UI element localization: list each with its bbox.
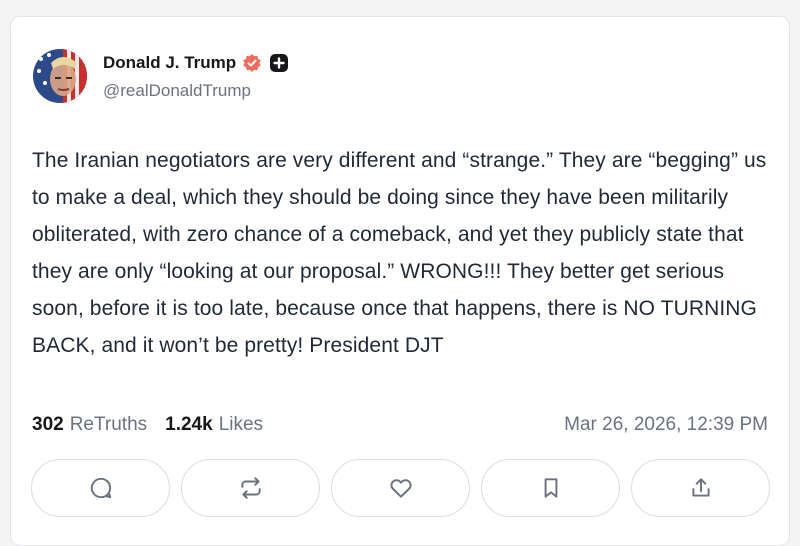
share-button[interactable] (631, 459, 770, 517)
author-name[interactable]: Donald J. Trump (103, 53, 236, 73)
share-icon (691, 478, 710, 497)
post-body: The Iranian negotiators are very differe… (32, 142, 772, 364)
heart-icon (389, 479, 412, 498)
bookmark-button[interactable] (481, 459, 620, 517)
retruths-count[interactable]: 302 (32, 414, 64, 436)
avatar-image (33, 49, 87, 103)
bookmark-icon (544, 478, 557, 498)
post-header: Donald J. Trump @realDonaldTrump (33, 49, 289, 103)
post-text: The Iranian negotiators are very differe… (32, 149, 767, 357)
like-button[interactable] (331, 459, 470, 517)
retruths-label[interactable]: ReTruths (70, 414, 147, 436)
likes-label[interactable]: Likes (219, 414, 263, 436)
retruth-button[interactable] (181, 459, 320, 517)
post-card: Donald J. Trump @realDonaldTrump The Ira… (10, 16, 790, 546)
reply-button[interactable] (31, 459, 170, 517)
author-info: Donald J. Trump @realDonaldTrump (103, 51, 289, 101)
post-stats: 302 ReTruths 1.24k Likes Mar 26, 2026, 1… (32, 414, 768, 436)
likes-count[interactable]: 1.24k (165, 414, 213, 436)
avatar[interactable] (33, 49, 87, 103)
repost-icon (240, 477, 261, 499)
verified-badge-icon (242, 53, 262, 73)
action-bar (31, 459, 770, 517)
author-name-row: Donald J. Trump (103, 51, 289, 75)
author-handle[interactable]: @realDonaldTrump (103, 81, 288, 101)
post-timestamp: Mar 26, 2026, 12:39 PM (564, 414, 768, 435)
plus-badge-icon (270, 54, 289, 72)
comment-icon (90, 477, 111, 499)
